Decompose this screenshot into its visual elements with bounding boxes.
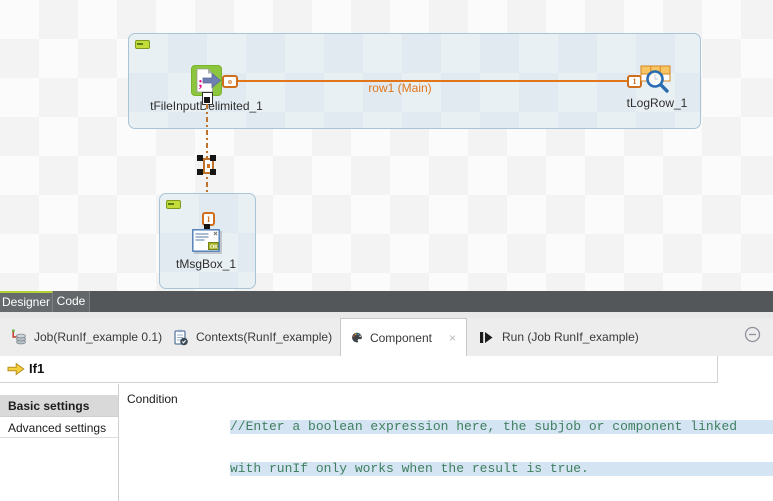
nav-basic-settings[interactable]: Basic settings [0,395,118,417]
tab-component[interactable]: Component × [340,318,467,356]
component-palette-icon [351,329,363,346]
if-arrow-icon [7,362,25,381]
tab-contexts-label: Contexts(RunIf_example) [196,330,332,344]
tab-component-label: Component [370,331,432,345]
tlogrow-icon-svg [640,64,673,94]
subjob-fold-button[interactable] [166,200,181,209]
condition-label: Condition [127,392,178,406]
tab-job[interactable]: Job(RunIf_example 0.1) [0,318,172,356]
code-line: //Enter a boolean expression here, the s… [230,420,773,434]
tab-designer[interactable]: Designer [0,291,53,312]
tab-contexts[interactable]: Contexts(RunIf_example) [162,318,342,356]
bottom-panel-tabbar: Job(RunIf_example 0.1) Contexts(RunIf_ex… [0,318,773,356]
component-view-title: If1 [29,361,44,376]
output-anchor-badge: o [222,75,238,88]
svg-text:OK: OK [210,244,218,250]
selection-handle-ne[interactable] [210,155,216,161]
view-tab-bar: Designer Code [0,291,773,312]
svg-text:;: ; [198,75,203,91]
close-icon[interactable]: × [449,331,456,345]
talend-studio-window: row1 (Main) ; tFileInputDelimited_1 o 1 [0,0,773,501]
tab-job-label: Job(RunIf_example 0.1) [34,330,162,344]
component-settings-panel: Basic settings Advanced settings Conditi… [0,384,773,501]
tmsgbox-icon[interactable]: OK [192,229,220,252]
selection-handle-se[interactable] [210,169,216,175]
condition-editor[interactable]: //Enter a boolean expression here, the s… [230,384,773,501]
selection-handle-nw[interactable] [197,155,203,161]
tab-code[interactable]: Code [53,291,90,312]
tmsgbox-icon-svg: OK [192,229,220,252]
contexts-icon [172,329,189,346]
tmsgbox-label: tMsgBox_1 [156,257,256,271]
connection-row1-label[interactable]: row1 (Main) [358,81,442,95]
job-design-canvas[interactable]: row1 (Main) ; tFileInputDelimited_1 o 1 [0,0,773,292]
subjob-fold-button[interactable] [135,40,150,49]
tab-run-label: Run (Job RunIf_example) [502,330,639,344]
component-view-header: If1 [0,356,773,383]
anchor-handle[interactable] [204,97,210,103]
run-icon [478,329,495,346]
selection-handle-sw[interactable] [197,169,203,175]
tlogrow-label: tLogRow_1 [617,96,697,110]
minus-circle-icon [744,326,761,343]
job-icon [10,329,27,346]
tab-run[interactable]: Run (Job RunIf_example) [468,318,649,356]
minimize-button[interactable] [744,326,761,348]
nav-advanced-settings[interactable]: Advanced settings [0,418,118,438]
settings-divider [118,384,119,501]
code-line: with runIf only works when the result is… [230,462,773,476]
tlogrow-icon[interactable] [640,64,673,94]
